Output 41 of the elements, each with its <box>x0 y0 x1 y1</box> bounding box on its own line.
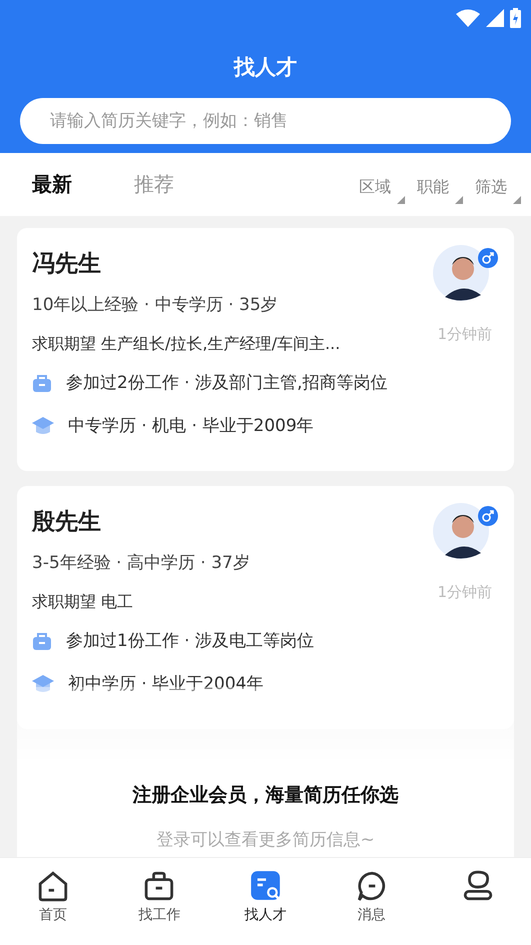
male-icon <box>478 506 498 526</box>
briefcase-icon <box>32 372 52 392</box>
filter-dropdown[interactable]: 筛选 <box>463 171 521 204</box>
education-info: 初中学历 · 毕业于2004年 <box>68 673 264 695</box>
graduation-cap-icon <box>32 416 54 436</box>
dropdown-triangle-icon <box>397 196 405 204</box>
home-icon <box>37 870 70 902</box>
candidate-card[interactable]: 冯先生 10年以上经验 · 中专学历 · 35岁 求职期望 生产组长/拉长,生产经理/车间主... 参加过2份工作 · 涉及部门主管,招商等岗位 中专学历 · 机电 · 毕业于2009年 1分钟前 <box>17 228 514 471</box>
filter-dropdown[interactable]: 区域 <box>347 171 405 204</box>
nav-tab[interactable]: 首页 <box>0 858 106 945</box>
wifi-icon <box>456 9 480 27</box>
update-time: 1分钟前 <box>437 325 492 344</box>
search-document-icon <box>250 870 282 902</box>
promo-title: 注册企业会员，海量简历任你选 <box>132 783 398 808</box>
dropdown-triangle-icon <box>513 196 521 204</box>
signal-icon <box>486 9 504 27</box>
battery-icon <box>510 8 521 28</box>
candidate-info: 10年以上经验 · 中专学历 · 35岁 <box>32 294 279 316</box>
nav-tab[interactable]: 找人才 <box>212 858 319 945</box>
nav-tab[interactable]: 找工作 <box>106 858 212 945</box>
login-hint: 登录可以查看更多简历信息~ <box>156 829 375 851</box>
tab[interactable]: 最新 <box>32 171 72 198</box>
filter-dropdown[interactable]: 职能 <box>405 171 463 204</box>
avatar <box>433 245 490 302</box>
candidate-info: 3-5年经验 · 高中学历 · 37岁 <box>32 552 251 574</box>
candidate-name: 殷先生 <box>32 508 101 537</box>
work-experience: 参加过1份工作 · 涉及电工等岗位 <box>66 630 314 652</box>
page-title: 找人才 <box>232 54 298 81</box>
person-icon <box>462 870 494 902</box>
avatar <box>433 503 490 560</box>
search-field[interactable]: 请输入简历关键字，例如：销售 <box>20 98 511 144</box>
candidate-name: 冯先生 <box>32 250 101 279</box>
briefcase-icon <box>143 870 176 902</box>
nav-tab[interactable]: 消息 <box>318 858 425 945</box>
briefcase-icon <box>32 630 52 650</box>
work-experience: 参加过2份工作 · 涉及部门主管,招商等岗位 <box>66 372 388 394</box>
dropdown-triangle-icon <box>455 196 463 204</box>
chat-bubble-icon <box>356 870 388 902</box>
update-time: 1分钟前 <box>437 583 492 602</box>
male-icon <box>478 248 498 268</box>
education-info: 中专学历 · 机电 · 毕业于2009年 <box>68 415 314 437</box>
